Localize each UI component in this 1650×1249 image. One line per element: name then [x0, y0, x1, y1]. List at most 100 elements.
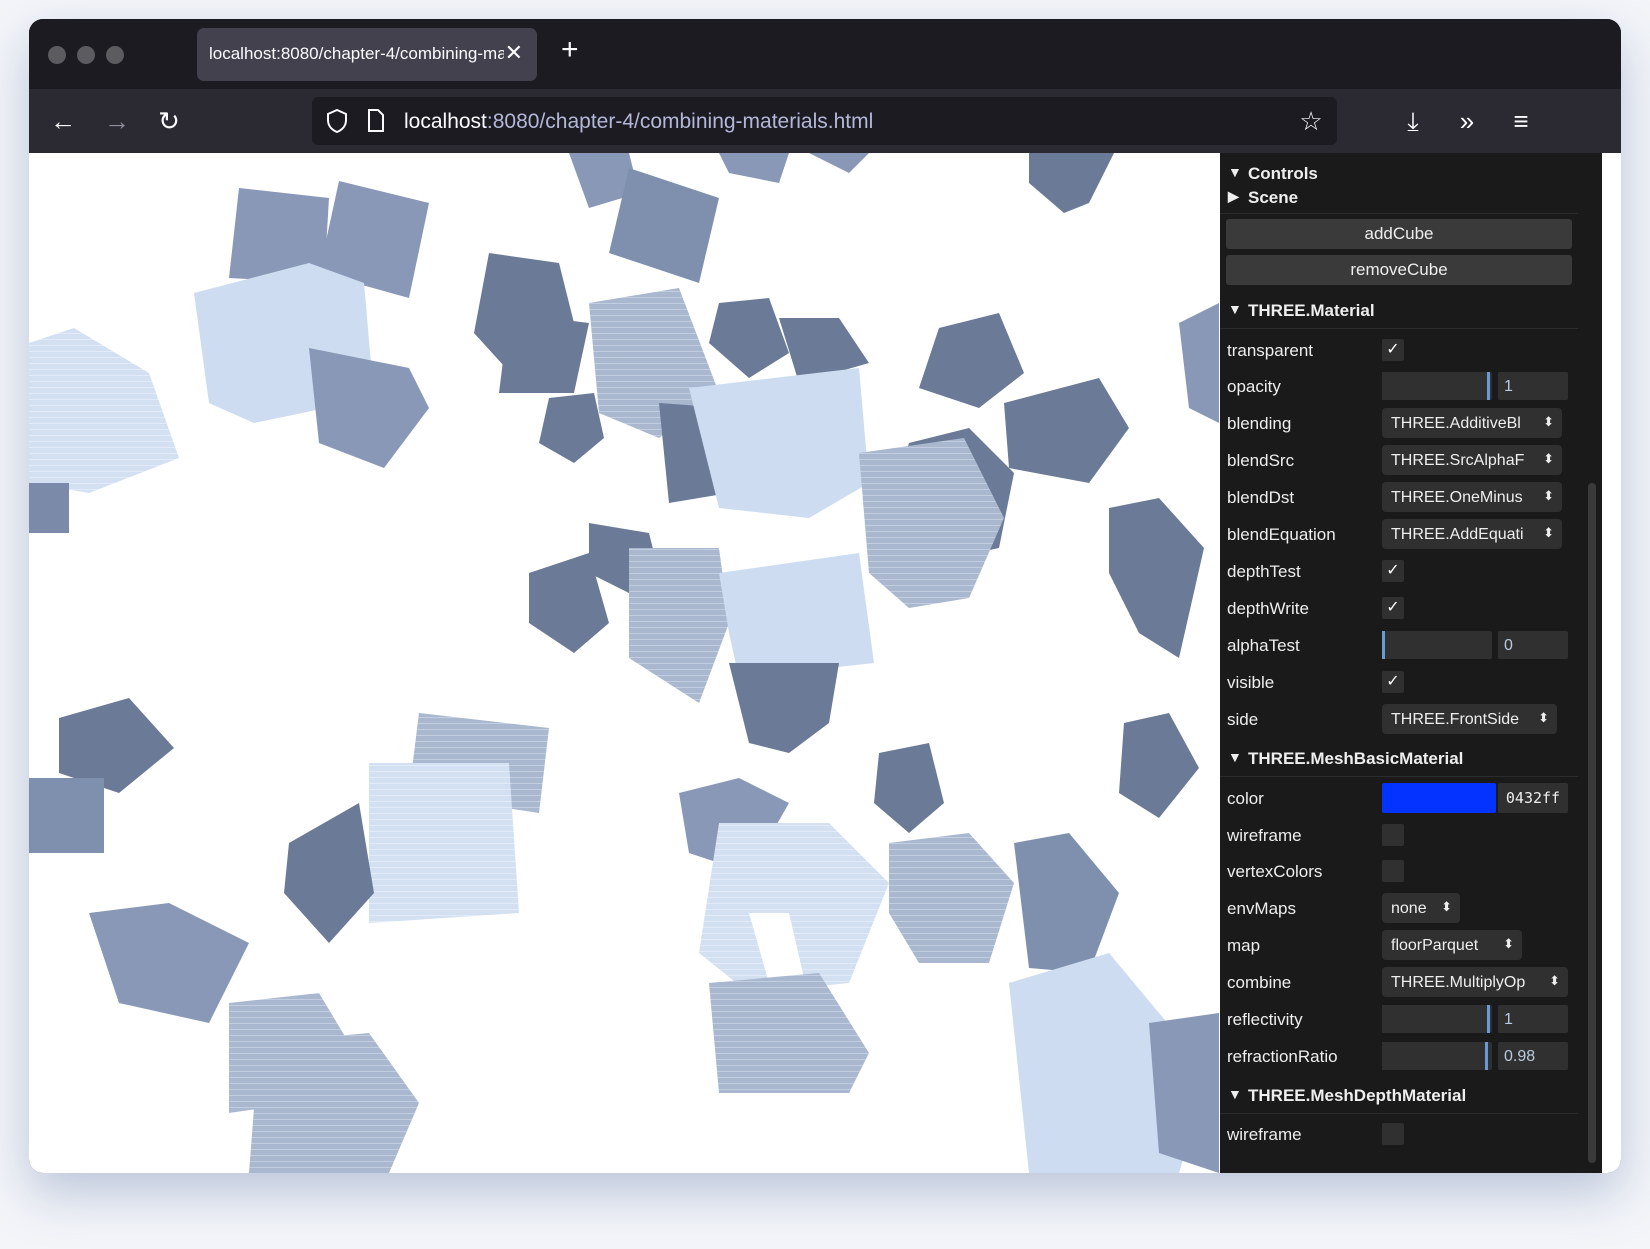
reload-icon[interactable]: ↻	[153, 105, 185, 137]
combine-value: THREE.MultiplyOp	[1391, 974, 1526, 991]
row-depth-wireframe: wireframe	[1220, 1116, 1578, 1152]
zoom-window-button[interactable]	[106, 46, 124, 64]
blendsrc-select[interactable]: THREE.SrcAlphaF ⬍	[1382, 445, 1562, 475]
row-transparent: transparent ✓	[1220, 332, 1578, 368]
row-depthtest: depthTest ✓	[1220, 553, 1578, 589]
chevron-down-icon: ▼	[1228, 749, 1242, 765]
alphatest-input[interactable]: 0	[1498, 631, 1568, 659]
blenddst-label: blendDst	[1227, 488, 1295, 507]
reflectivity-input[interactable]: 1	[1498, 1005, 1568, 1033]
back-icon[interactable]: ←	[47, 105, 79, 137]
color-swatch[interactable]	[1382, 783, 1496, 813]
new-tab-button[interactable]: +	[561, 35, 579, 65]
row-blending: blending THREE.AdditiveBl ⬍	[1220, 405, 1578, 441]
depth-section-label: THREE.MeshDepthMaterial	[1248, 1086, 1467, 1105]
depth-material-folder[interactable]: ▼ THREE.MeshDepthMaterial	[1220, 1077, 1578, 1114]
alphatest-slider[interactable]	[1382, 631, 1492, 659]
basic-material-folder[interactable]: ▼ THREE.MeshBasicMaterial	[1220, 740, 1578, 777]
row-vertexcolors: vertexColors	[1220, 853, 1578, 889]
combine-select[interactable]: THREE.MultiplyOp ⬍	[1382, 967, 1568, 997]
blending-select[interactable]: THREE.AdditiveBl ⬍	[1382, 408, 1562, 438]
visible-checkbox[interactable]: ✓	[1382, 671, 1404, 693]
transparent-checkbox[interactable]: ✓	[1382, 339, 1404, 361]
page-content: ▼ Controls ▶ Scene addCube removeCube ▼ THR…	[29, 153, 1621, 1173]
refractionratio-slider[interactable]	[1382, 1042, 1492, 1070]
forward-icon[interactable]: →	[101, 105, 133, 137]
side-value: THREE.FrontSide	[1391, 711, 1520, 728]
depthwrite-checkbox[interactable]: ✓	[1382, 597, 1404, 619]
url-text[interactable]: localhost:8080/chapter-4/combining-mater…	[404, 110, 873, 134]
map-label: map	[1227, 936, 1261, 955]
basic-section-label: THREE.MeshBasicMaterial	[1248, 749, 1464, 768]
url-host: localhost	[404, 110, 487, 133]
row-opacity: opacity 1	[1220, 368, 1578, 404]
blenddst-select[interactable]: THREE.OneMinus ⬍	[1382, 482, 1562, 512]
material-folder[interactable]: ▼ THREE.Material	[1220, 292, 1578, 329]
chevron-right-icon: ▶	[1228, 188, 1239, 204]
side-label: side	[1227, 710, 1259, 729]
side-select[interactable]: THREE.FrontSide ⬍	[1382, 704, 1557, 734]
page-icon	[368, 109, 384, 132]
browser-tab[interactable]: localhost:8080/chapter-4/combining-mater…	[197, 28, 537, 81]
cube-meshes	[29, 153, 1219, 1173]
browser-window: localhost:8080/chapter-4/combining-mater…	[29, 19, 1621, 1173]
threejs-canvas[interactable]	[29, 153, 1219, 1173]
opacity-slider[interactable]	[1382, 372, 1492, 400]
url-bar[interactable]: localhost:8080/chapter-4/combining-mater…	[312, 97, 1337, 145]
row-alphatest: alphaTest 0	[1220, 627, 1578, 663]
opacity-input[interactable]: 1	[1498, 372, 1568, 400]
select-arrows-icon: ⬍	[1543, 525, 1554, 540]
chevron-down-icon: ▼	[1228, 1086, 1242, 1102]
bookmark-star-icon[interactable]: ☆	[1295, 105, 1327, 137]
remove-cube-button[interactable]: removeCube	[1226, 255, 1572, 285]
select-arrows-icon: ⬍	[1543, 414, 1554, 429]
color-label: color	[1227, 789, 1264, 808]
blendequation-select[interactable]: THREE.AddEquati ⬍	[1382, 519, 1562, 549]
depth-wireframe-label: wireframe	[1227, 1125, 1302, 1144]
refractionratio-input[interactable]: 0.98	[1498, 1042, 1568, 1070]
title-bar: localhost:8080/chapter-4/combining-mater…	[29, 19, 1621, 89]
chevron-down-icon: ▼	[1228, 164, 1242, 180]
reflectivity-label: reflectivity	[1227, 1010, 1303, 1029]
close-window-button[interactable]	[48, 46, 66, 64]
more-tools-icon[interactable]: »	[1451, 105, 1483, 137]
row-color: color 0432ff	[1220, 780, 1578, 816]
add-cube-button[interactable]: addCube	[1226, 219, 1572, 249]
depth-wireframe-checkbox[interactable]	[1382, 1123, 1404, 1145]
downloads-icon[interactable]: ⤓	[1397, 105, 1429, 137]
opacity-label: opacity	[1227, 377, 1281, 396]
reflectivity-slider[interactable]	[1382, 1005, 1492, 1033]
minimize-window-button[interactable]	[77, 46, 95, 64]
scene-folder[interactable]: ▶ Scene	[1220, 179, 1578, 214]
alphatest-slider-fill	[1382, 631, 1385, 659]
wireframe-label: wireframe	[1227, 826, 1302, 845]
row-combine: combine THREE.MultiplyOp ⬍	[1220, 964, 1578, 1000]
transparent-label: transparent	[1227, 341, 1313, 360]
vertexcolors-checkbox[interactable]	[1382, 860, 1404, 882]
select-arrows-icon: ⬍	[1441, 899, 1452, 914]
alphatest-label: alphaTest	[1227, 636, 1300, 655]
refractionratio-value: 0.98	[1504, 1048, 1536, 1065]
controls-folder[interactable]: ▼ Controls	[1220, 155, 1578, 183]
app-menu-icon[interactable]: ≡	[1505, 105, 1537, 137]
envmaps-select[interactable]: none ⬍	[1382, 893, 1460, 923]
dat-gui-panel: ▼ Controls ▶ Scene addCube removeCube ▼ THR…	[1220, 153, 1602, 1173]
select-arrows-icon: ⬍	[1549, 973, 1560, 988]
envmaps-value: none	[1391, 900, 1427, 917]
row-reflectivity: reflectivity 1	[1220, 1001, 1578, 1037]
close-tab-icon[interactable]: ✕	[505, 40, 523, 66]
navigation-bar: ← → ↻ localhost:8080/chapter-4/combining…	[29, 89, 1621, 153]
color-hex-input[interactable]: 0432ff	[1498, 783, 1568, 813]
wireframe-checkbox[interactable]	[1382, 824, 1404, 846]
blendsrc-value: THREE.SrcAlphaF	[1391, 452, 1525, 469]
depthtest-checkbox[interactable]: ✓	[1382, 560, 1404, 582]
map-select[interactable]: floorParquet ⬍	[1382, 930, 1522, 960]
row-envmaps: envMaps none ⬍	[1220, 890, 1578, 926]
gui-scrollbar[interactable]	[1588, 483, 1596, 1163]
refractionratio-label: refractionRatio	[1227, 1047, 1338, 1066]
opacity-slider-fill	[1382, 372, 1490, 400]
shield-icon[interactable]	[326, 109, 348, 133]
tab-title: localhost:8080/chapter-4/combining-mater…	[209, 44, 504, 63]
select-arrows-icon: ⬍	[1543, 451, 1554, 466]
row-map: map floorParquet ⬍	[1220, 927, 1578, 963]
